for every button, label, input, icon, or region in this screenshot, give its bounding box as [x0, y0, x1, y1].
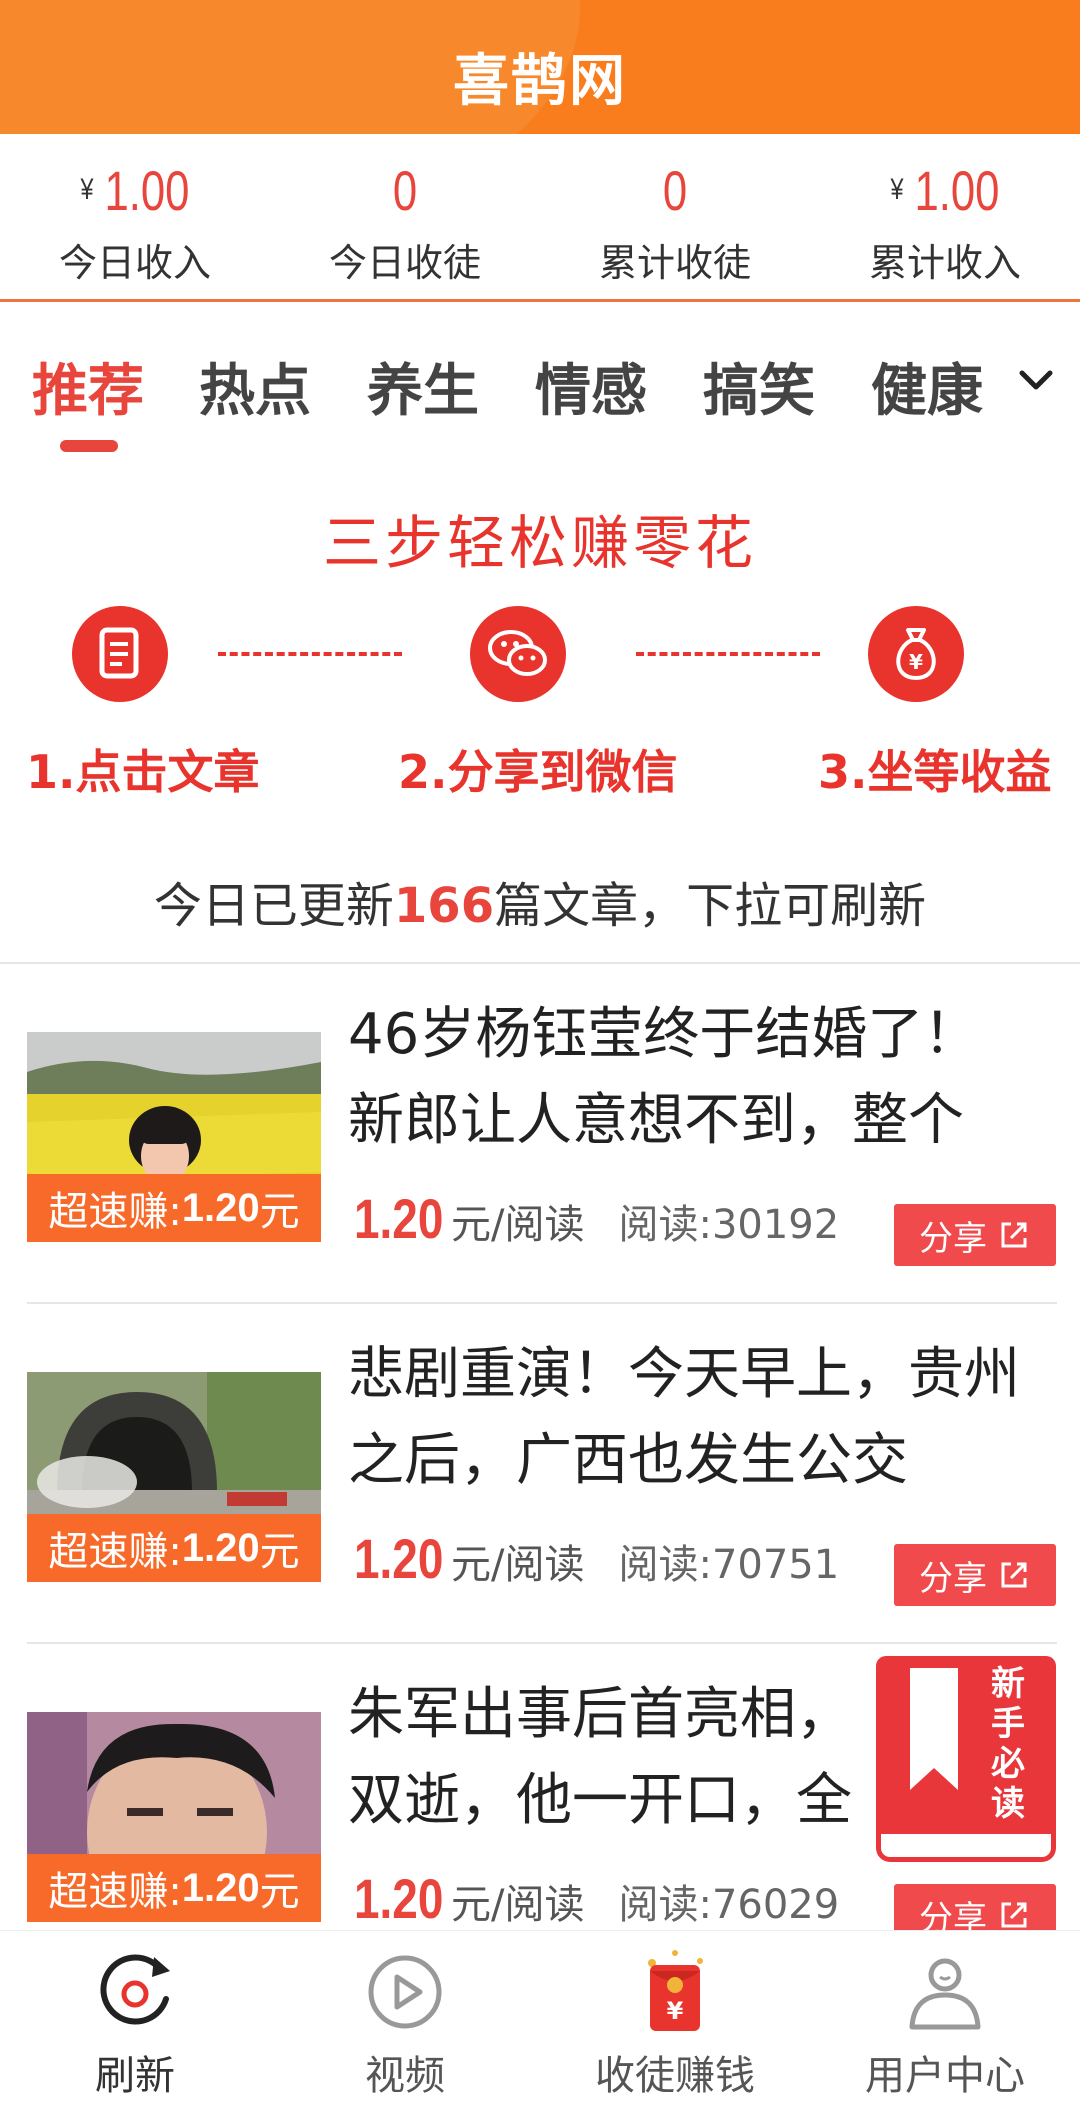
share-icon: [1001, 1562, 1027, 1588]
article-price: 1.20: [354, 1527, 444, 1590]
chevron-down-icon[interactable]: [1016, 360, 1056, 400]
stat-value: 1.00: [914, 158, 1000, 222]
earn-amount: 1.20: [181, 1865, 260, 1910]
stat-today-apprentices[interactable]: 0 今日收徒: [270, 134, 540, 299]
nav-recruit-earn[interactable]: ¥ 收徒赚钱: [540, 1931, 810, 2101]
earn-badge: 超速赚: 1.20 元: [27, 1174, 321, 1242]
article-icon: [72, 606, 168, 702]
step-connector: [218, 652, 402, 656]
article-title[interactable]: 46岁杨钰莹终于结婚了！新郎让人意想不到，整个: [348, 992, 1028, 1164]
svg-text:¥: ¥: [667, 1997, 684, 2025]
nav-label: 视频: [365, 2053, 445, 2099]
stat-total-income[interactable]: ¥1.00 累计收入: [810, 134, 1080, 299]
article-read-count: 阅读:30192: [618, 1202, 840, 1248]
play-icon: [368, 1955, 442, 2029]
newbie-guide-label: 新手必读: [991, 1664, 1025, 1824]
earn-unit: 元: [259, 1869, 300, 1915]
update-count: 166: [393, 878, 495, 934]
nav-label: 收徒赚钱: [595, 2053, 755, 2099]
stat-today-income[interactable]: ¥1.00 今日收入: [0, 134, 270, 299]
article-meta: 1.20 元/阅读 阅读:30192: [354, 1186, 839, 1251]
refresh-icon: [100, 1954, 170, 2025]
app-title: 喜鹊网: [453, 49, 627, 114]
tab-hot[interactable]: 热点: [199, 346, 311, 427]
update-prefix: 今日已更新: [153, 878, 394, 934]
tab-health-care[interactable]: 养生: [367, 346, 479, 427]
earn-amount: 1.20: [181, 1185, 260, 1230]
earn-label: 超速赚:: [48, 1189, 182, 1235]
article-item[interactable]: 超速赚: 1.20 元 悲剧重演！今天早上，贵州之后，广西也发生公交 1.20 元/…: [0, 1304, 1080, 1644]
tab-emotion[interactable]: 情感: [535, 346, 647, 427]
share-button[interactable]: 分享: [894, 1204, 1056, 1266]
share-button[interactable]: 分享: [894, 1544, 1056, 1606]
app-header: 喜鹊网: [0, 0, 1080, 134]
category-tabs: 推荐 热点 养生 情感 搞笑 健康: [0, 302, 1080, 462]
step-connector: [636, 652, 820, 656]
article-price-unit: 元/阅读: [451, 1202, 585, 1248]
steps-banner-title: 三步轻松赚零花: [322, 509, 757, 577]
wechat-icon: [470, 606, 566, 702]
update-suffix: 篇文章，下拉可刷新: [494, 878, 927, 934]
stat-total-apprentices[interactable]: 0 累计收徒: [540, 134, 810, 299]
user-icon: [909, 1958, 981, 2030]
tab-health[interactable]: 健康: [871, 346, 983, 427]
active-tab-indicator: [60, 440, 118, 452]
article-title[interactable]: 朱军出事后首亮相，双逝，他一开口，全: [348, 1672, 868, 1844]
stat-value: 1.00: [104, 158, 190, 222]
currency-symbol: ¥: [80, 173, 94, 206]
stat-value: 0: [392, 158, 418, 222]
nav-video[interactable]: 视频: [270, 1931, 540, 2101]
share-icon: [1001, 1902, 1027, 1928]
nav-refresh[interactable]: 刷新: [0, 1931, 270, 2101]
article-price-unit: 元/阅读: [451, 1542, 585, 1588]
step-3-label: 3.坐等收益: [818, 745, 1052, 799]
earn-label: 超速赚:: [48, 1869, 182, 1915]
article-title[interactable]: 悲剧重演！今天早上，贵州之后，广西也发生公交: [348, 1332, 1028, 1504]
article-price-unit: 元/阅读: [451, 1882, 585, 1928]
share-icon: [1001, 1222, 1027, 1248]
newbie-guide-button[interactable]: 新手必读: [876, 1656, 1056, 1862]
tab-recommended[interactable]: 推荐: [32, 346, 144, 427]
article-read-count: 阅读:76029: [618, 1882, 840, 1928]
nav-label: 用户中心: [865, 2053, 1025, 2099]
article-price: 1.20: [354, 1187, 444, 1250]
article-meta: 1.20 元/阅读 阅读:76029: [354, 1866, 839, 1931]
earn-unit: 元: [259, 1189, 300, 1235]
article-meta: 1.20 元/阅读 阅读:70751: [354, 1526, 839, 1591]
article-read-count: 阅读:70751: [618, 1542, 840, 1588]
book-pages: [876, 1834, 1056, 1862]
update-notice: 今日已更新166篇文章，下拉可刷新: [0, 866, 1080, 936]
earn-unit: 元: [259, 1529, 300, 1575]
nav-label: 刷新: [95, 2053, 175, 2099]
bottom-nav: 刷新 视频 ¥ 收徒赚钱 用户中心: [0, 1930, 1080, 2101]
stat-label: 累计收入: [868, 241, 1021, 285]
earn-amount: 1.20: [181, 1525, 260, 1570]
earn-badge: 超速赚: 1.20 元: [27, 1514, 321, 1582]
stat-label: 今日收徒: [328, 241, 481, 285]
share-label: 分享: [919, 1558, 987, 1599]
share-label: 分享: [919, 1218, 987, 1259]
stat-label: 累计收徒: [598, 241, 751, 285]
article-thumbnail[interactable]: 超速赚: 1.20 元: [27, 1032, 321, 1242]
bookmark-icon: [910, 1668, 958, 1790]
earn-label: 超速赚:: [48, 1529, 182, 1575]
step-1-label: 1.点击文章: [26, 745, 260, 799]
red-envelope-icon: ¥: [648, 1950, 703, 2031]
currency-symbol: ¥: [890, 173, 904, 206]
article-item[interactable]: 超速赚: 1.20 元 46岁杨钰莹终于结婚了！新郎让人意想不到，整个 1.20 元…: [0, 964, 1080, 1304]
stat-value: 0: [662, 158, 688, 222]
tab-funny[interactable]: 搞笑: [703, 346, 815, 427]
stat-label: 今日收入: [58, 241, 211, 285]
step-2-label: 2.分享到微信: [398, 745, 678, 799]
nav-user-center[interactable]: 用户中心: [810, 1931, 1080, 2101]
article-thumbnail[interactable]: 超速赚: 1.20 元: [27, 1712, 321, 1922]
svg-text:¥: ¥: [909, 650, 923, 674]
article-thumbnail[interactable]: 超速赚: 1.20 元: [27, 1372, 321, 1582]
earn-badge: 超速赚: 1.20 元: [27, 1854, 321, 1922]
article-price: 1.20: [354, 1867, 444, 1930]
earnings-stats: ¥1.00 今日收入 0 今日收徒 0 累计收徒 ¥1.00 累计收入: [0, 134, 1080, 302]
money-bag-icon: ¥: [868, 606, 964, 702]
